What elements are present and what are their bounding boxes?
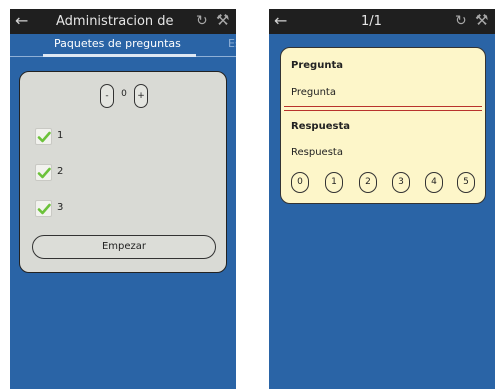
wrench-icon[interactable]: ⚒ [475, 10, 488, 30]
rating-button-4[interactable]: 4 [425, 172, 443, 193]
question-text: Pregunta [291, 87, 336, 98]
answer-heading: Respuesta [291, 121, 350, 132]
item-label: 2 [57, 166, 64, 177]
screen-title: 1/1 [361, 14, 382, 29]
question-card: Pregunta Pregunta Respuesta Respuesta 0 … [280, 47, 486, 204]
wrench-icon[interactable]: ⚒ [216, 10, 229, 30]
stepper-value: 0 [121, 89, 127, 99]
separator-line [284, 106, 482, 107]
package-card: - 0 + 1 2 3 Empezar [19, 71, 227, 273]
check-icon [37, 167, 51, 179]
arrow-left-icon[interactable]: ← [15, 11, 28, 31]
rating-button-0[interactable]: 0 [291, 172, 309, 193]
check-icon [37, 131, 51, 143]
tab-strip: Paquetes de preguntas Es [10, 34, 236, 57]
arrow-left-icon[interactable]: ← [274, 11, 287, 31]
check-icon [37, 203, 51, 215]
question-heading: Pregunta [291, 60, 343, 71]
quantity-stepper: - 0 + [100, 84, 160, 108]
checkbox[interactable] [35, 200, 52, 217]
refresh-icon[interactable]: ↻ [455, 11, 467, 31]
screen-title: Administracion de [56, 14, 174, 29]
action-bar: ← 1/1 ↻ ⚒ [269, 9, 495, 34]
item-label: 1 [57, 130, 64, 141]
package-item[interactable]: 3 [35, 200, 115, 218]
rating-button-1[interactable]: 1 [325, 172, 343, 193]
right-screen: ← 1/1 ↻ ⚒ Pregunta Pregunta Respuesta Re… [269, 9, 495, 389]
start-button[interactable]: Empezar [32, 235, 216, 259]
separator-line [284, 110, 482, 111]
rating-button-2[interactable]: 2 [359, 172, 377, 193]
left-screen: ← Administracion de ↻ ⚒ Paquetes de preg… [10, 9, 236, 389]
answer-text: Respuesta [291, 147, 343, 158]
increment-button[interactable]: + [134, 84, 148, 108]
rating-button-3[interactable]: 3 [392, 172, 410, 193]
tab-paquetes[interactable]: Paquetes de preguntas [54, 37, 181, 50]
tab-indicator [43, 54, 196, 57]
package-item[interactable]: 1 [35, 128, 115, 146]
action-bar: ← Administracion de ↻ ⚒ [10, 9, 236, 34]
tab-next[interactable]: Es [228, 37, 236, 50]
refresh-icon[interactable]: ↻ [196, 11, 208, 31]
item-label: 3 [57, 202, 64, 213]
package-item[interactable]: 2 [35, 164, 115, 182]
checkbox[interactable] [35, 128, 52, 145]
rating-button-5[interactable]: 5 [457, 172, 475, 193]
checkbox[interactable] [35, 164, 52, 181]
decrement-button[interactable]: - [100, 84, 114, 108]
